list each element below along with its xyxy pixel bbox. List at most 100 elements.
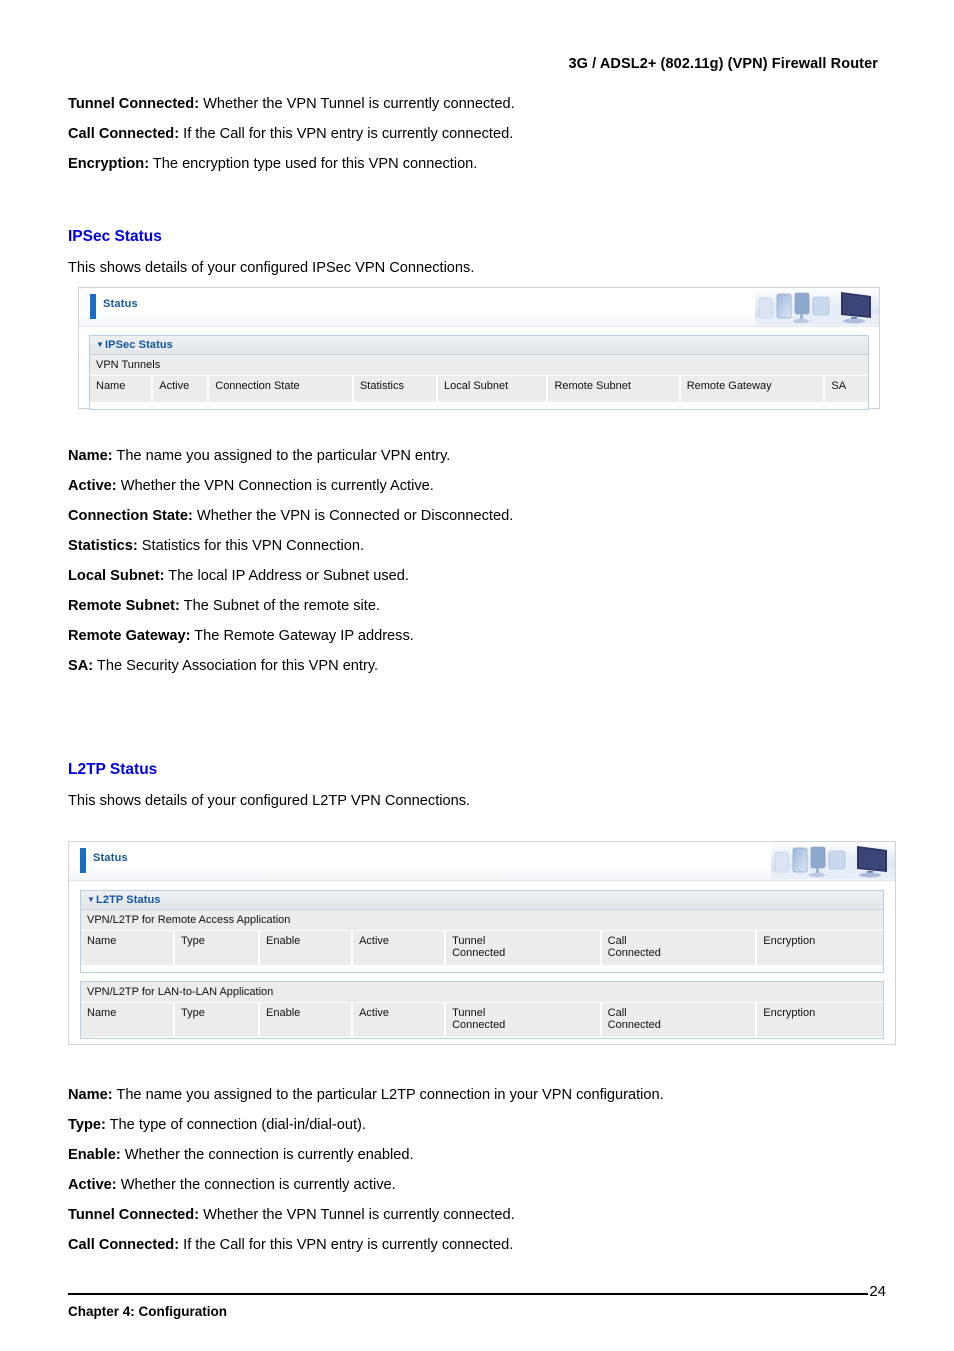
l2tp-panel-title[interactable]: ▼L2TP Status [81, 891, 883, 910]
l2tp-status-widget: Status ▼L2TP Status VPN/L2TP for Remote … [68, 841, 896, 1045]
column-header-type: Type [174, 931, 261, 966]
ipsec-tunnels-table: Name Active Connection State Statistics … [90, 376, 868, 409]
definition-item: Local Subnet: The local IP Address or Su… [68, 568, 898, 585]
definition-description: Whether the VPN is Connected or Disconne… [192, 508, 514, 524]
definition-term: Local Subnet: [68, 568, 165, 584]
definition-description: The Security Association for this VPN en… [93, 658, 379, 674]
definition-item: Call Connected: If the Call for this VPN… [68, 1237, 898, 1254]
widget-header: Status [69, 842, 895, 881]
definition-item: SA: The Security Association for this VP… [68, 658, 898, 675]
definition-description: The name you assigned to the particular … [112, 1087, 664, 1103]
definition-term: SA: [68, 658, 94, 674]
definition-item: Name: The name you assigned to the parti… [68, 1087, 898, 1104]
l2tp-panel-title-label: L2TP Status [96, 894, 161, 906]
definition-item: Call Connected: If the Call for this VPN… [68, 126, 898, 143]
table-header-row: Name Type Enable Active Tunnel Connected… [81, 931, 883, 966]
definition-description: The Subnet of the remote site. [179, 598, 380, 614]
l2tp-heading-block: L2TP Status [68, 761, 157, 779]
definition-item: Name: The name you assigned to the parti… [68, 448, 898, 465]
ipsec-heading-block: IPSec Status [68, 228, 162, 246]
page-number: 24 [869, 1283, 886, 1300]
accent-bar [90, 294, 96, 319]
l2tp-section-intro: This shows details of your configured L2… [68, 793, 471, 809]
definition-term: Connection State: [68, 508, 193, 524]
table-empty-body [81, 965, 883, 972]
column-header-statistics: Statistics [352, 376, 438, 403]
collapse-caret-icon[interactable]: ▼ [96, 340, 104, 349]
column-header-remote-subnet: Remote Subnet [547, 376, 681, 403]
definition-description: Whether the connection is currently enab… [120, 1147, 414, 1163]
definition-item: Tunnel Connected: Whether the VPN Tunnel… [68, 96, 898, 113]
column-header-encryption: Encryption [756, 931, 883, 966]
column-header-sa: SA [824, 376, 868, 403]
definition-description: Whether the connection is currently acti… [116, 1177, 396, 1193]
l2tp-intro-block: This shows details of your configured L2… [68, 793, 470, 810]
definition-item: Remote Subnet: The Subnet of the remote … [68, 598, 898, 615]
definition-item: Encryption: The encryption type used for… [68, 156, 898, 173]
column-header-remote-gateway: Remote Gateway [679, 376, 826, 403]
column-header-enable: Enable [259, 931, 354, 966]
column-header-tunnel-connected: Tunnel Connected [445, 931, 602, 966]
definition-description: The Remote Gateway IP address. [190, 628, 414, 644]
definition-description: The type of connection (dial-in/dial-out… [105, 1117, 366, 1133]
definition-term: Enable: [68, 1147, 121, 1163]
table-header-row: Name Type Enable Active Tunnel Connected… [81, 1003, 883, 1038]
ipsec-section-intro: This shows details of your configured IP… [68, 260, 475, 276]
widget-header-title: Status [93, 852, 128, 864]
ipsec-panel-title[interactable]: ▼IPSec Status [90, 336, 868, 355]
collapse-caret-icon[interactable]: ▼ [87, 895, 95, 904]
definition-description: If the Call for this VPN entry is curren… [179, 126, 514, 142]
definition-item: Connection State: Whether the VPN is Con… [68, 508, 898, 525]
column-header-type: Type [174, 1003, 261, 1038]
definition-item: Enable: Whether the connection is curren… [68, 1147, 898, 1164]
definition-item: Active: Whether the VPN Connection is cu… [68, 478, 898, 495]
widget-header: Status [79, 288, 879, 327]
widget-header-title: Status [103, 298, 138, 310]
definition-description: The local IP Address or Subnet used. [164, 568, 409, 584]
definition-term: Type: [68, 1117, 106, 1133]
definition-item: Remote Gateway: The Remote Gateway IP ad… [68, 628, 898, 645]
definition-description: Whether the VPN Tunnel is currently conn… [199, 96, 515, 112]
column-header-active: Active [152, 376, 210, 403]
definition-term: Tunnel Connected: [68, 1207, 200, 1223]
column-header-name: Name [81, 931, 176, 966]
remote-access-table-wrap: Name Type Enable Active Tunnel Connected… [81, 931, 883, 972]
l2tp-panel: ▼L2TP Status VPN/L2TP for Remote Access … [80, 890, 884, 973]
vpn-tunnels-subsection-title: VPN Tunnels [90, 355, 868, 376]
definition-term: Remote Subnet: [68, 598, 180, 614]
definition-term: Encryption: [68, 156, 150, 172]
column-header-local-subnet: Local Subnet [436, 376, 549, 403]
table-header-row: Name Active Connection State Statistics … [90, 376, 868, 403]
column-header-enable: Enable [259, 1003, 354, 1038]
lan-to-lan-table-wrap: Name Type Enable Active Tunnel Connected… [81, 1003, 883, 1038]
office-workstation-icon [755, 288, 879, 325]
running-head: 3G / ADSL2+ (802.11g) (VPN) Firewall Rou… [568, 56, 878, 72]
table-empty-body [90, 402, 868, 409]
column-header-active: Active [352, 931, 447, 966]
office-workstation-icon [771, 842, 895, 879]
ipsec-status-widget: Status ▼IPSec Status VPN Tunnels Name Ac… [78, 287, 880, 410]
l2tp-lan-to-lan-panel: VPN/L2TP for LAN-to-LAN Application Name… [80, 981, 884, 1039]
definition-description: If the Call for this VPN entry is curren… [179, 1237, 514, 1253]
definition-item: Tunnel Connected: Whether the VPN Tunnel… [68, 1207, 898, 1224]
definition-description: The encryption type used for this VPN co… [149, 156, 478, 172]
definition-item: Active: Whether the connection is curren… [68, 1177, 898, 1194]
definition-term: Call Connected: [68, 126, 180, 142]
definition-term: Active: [68, 478, 117, 494]
definition-term: Tunnel Connected: [68, 96, 200, 112]
definition-term: Name: [68, 1087, 113, 1103]
definition-item: Type: The type of connection (dial-in/di… [68, 1117, 898, 1134]
column-header-connection-state: Connection State [208, 376, 354, 403]
column-header-call-connected: Call Connected [600, 931, 758, 966]
definition-term: Remote Gateway: [68, 628, 191, 644]
definition-item: Statistics: Statistics for this VPN Conn… [68, 538, 898, 555]
definition-term: Call Connected: [68, 1237, 180, 1253]
l2tp-definition-list: Name: The name you assigned to the parti… [68, 1087, 898, 1267]
footer-divider [68, 1293, 868, 1295]
column-header-name: Name [90, 376, 154, 403]
l2tp-remote-access-table: Name Type Enable Active Tunnel Connected… [81, 931, 883, 972]
ipsec-table-wrap: Name Active Connection State Statistics … [90, 376, 868, 409]
l2tp-lan-to-lan-table: Name Type Enable Active Tunnel Connected… [81, 1003, 883, 1038]
definition-term: Statistics: [68, 538, 138, 554]
definition-description: Whether the VPN Connection is currently … [116, 478, 434, 494]
